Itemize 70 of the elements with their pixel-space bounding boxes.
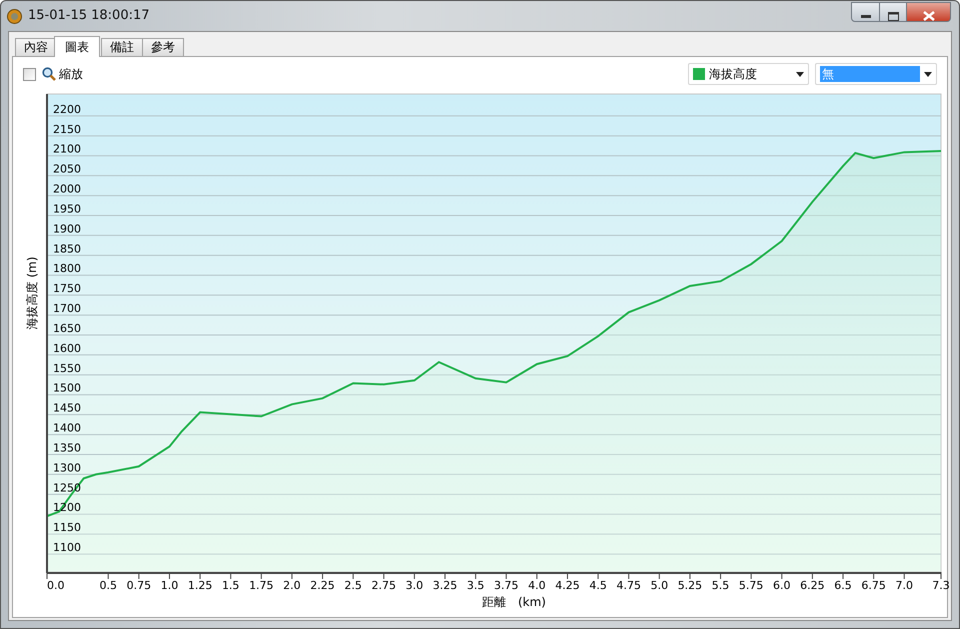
y-axis-title: 海拔高度 (m) <box>25 256 39 330</box>
x-tick-label: 1.0 <box>160 579 178 592</box>
window-title: 15-01-15 18:00:17 <box>28 8 151 23</box>
tab[interactable]: 備註 <box>101 38 143 56</box>
x-tick-label: 0.0 <box>47 579 64 592</box>
x-axis-title: 距離 (km) <box>482 595 546 609</box>
y-tick-label: 1500 <box>53 382 81 395</box>
y-tick-label: 1450 <box>53 402 81 415</box>
y-tick-label: 1400 <box>53 422 81 435</box>
x-tick-label: 7.0 <box>896 579 913 592</box>
x-tick-label: 4.75 <box>616 579 641 592</box>
x-tick-label: 3.0 <box>406 579 424 592</box>
y-tick-label: 1650 <box>53 322 81 335</box>
y-tick-label: 1750 <box>53 282 81 296</box>
y-tick-label: 2150 <box>53 122 81 136</box>
x-tick-label: 3.5 <box>466 579 484 592</box>
x-tick-label: 4.25 <box>555 579 580 592</box>
x-tick-label: 2.5 <box>344 579 362 592</box>
close-icon <box>922 11 934 21</box>
x-tick-label: 6.25 <box>800 579 825 592</box>
tab[interactable]: 圖表 <box>54 36 100 57</box>
magnifier-icon <box>42 67 56 81</box>
app-icon <box>7 9 22 24</box>
x-tick-label: 0.5 <box>99 579 117 592</box>
minimize-icon <box>860 14 870 18</box>
zoom-checkbox[interactable] <box>23 68 36 80</box>
x-tick-label: 2.0 <box>283 579 301 592</box>
minimize-button[interactable] <box>851 2 880 22</box>
y-tick-label: 1350 <box>53 442 81 454</box>
tab[interactable]: 內容 <box>15 38 57 56</box>
x-tick-label: 5.0 <box>650 579 668 592</box>
x-tick-label: 6.0 <box>773 579 791 592</box>
x-tick-label: 4.5 <box>589 579 607 592</box>
x-tick-label: 1.75 <box>249 579 274 592</box>
close-button[interactable] <box>907 2 951 22</box>
zoom-label: 縮放 <box>59 66 83 82</box>
x-tick-label: 3.75 <box>494 579 518 592</box>
y-tick-label: 1300 <box>53 461 81 474</box>
x-tick-label: 5.5 <box>712 579 730 592</box>
series-dropdown[interactable]: 海拔高度 <box>688 63 809 85</box>
caret-icon <box>796 72 804 76</box>
x-tick-label: 1.25 <box>188 579 212 592</box>
x-tick-label: 6.75 <box>861 579 886 592</box>
y-tick-label: 2050 <box>53 162 81 176</box>
x-tick-label: 1.5 <box>222 579 240 592</box>
caret-icon <box>924 72 932 76</box>
y-tick-label: 1700 <box>53 302 81 316</box>
y-tick-label: 1100 <box>53 541 81 554</box>
y-tick-label: 1900 <box>53 222 81 236</box>
y-tick-label: 2000 <box>53 182 81 196</box>
x-tick-label: 5.25 <box>678 579 702 592</box>
x-tick-label: 6.5 <box>834 579 852 592</box>
x-tick-label: 2.75 <box>372 579 396 592</box>
y-tick-label: 1600 <box>53 342 81 355</box>
y-tick-label: 1850 <box>53 242 81 256</box>
maximize-icon <box>888 12 898 20</box>
x-tick-label: 0.75 <box>126 579 152 592</box>
x-tick-label: 3.25 <box>432 579 458 592</box>
y-tick-label: 2100 <box>53 142 81 156</box>
y-tick-label: 2200 <box>53 102 81 116</box>
y-tick-label: 1800 <box>53 262 81 276</box>
x-tick-label: 4.0 <box>528 579 546 592</box>
x-tick-label: 5.75 <box>738 579 764 592</box>
y-tick-label: 1550 <box>53 362 81 375</box>
maximize-button[interactable] <box>880 2 907 22</box>
x-tick-label: 7.3 <box>932 579 949 592</box>
tab[interactable]: 參考 <box>142 38 184 56</box>
y-tick-label: 1950 <box>53 202 81 216</box>
x-tick-label: 2.25 <box>310 579 335 592</box>
y-tick-label: 1150 <box>53 521 81 534</box>
